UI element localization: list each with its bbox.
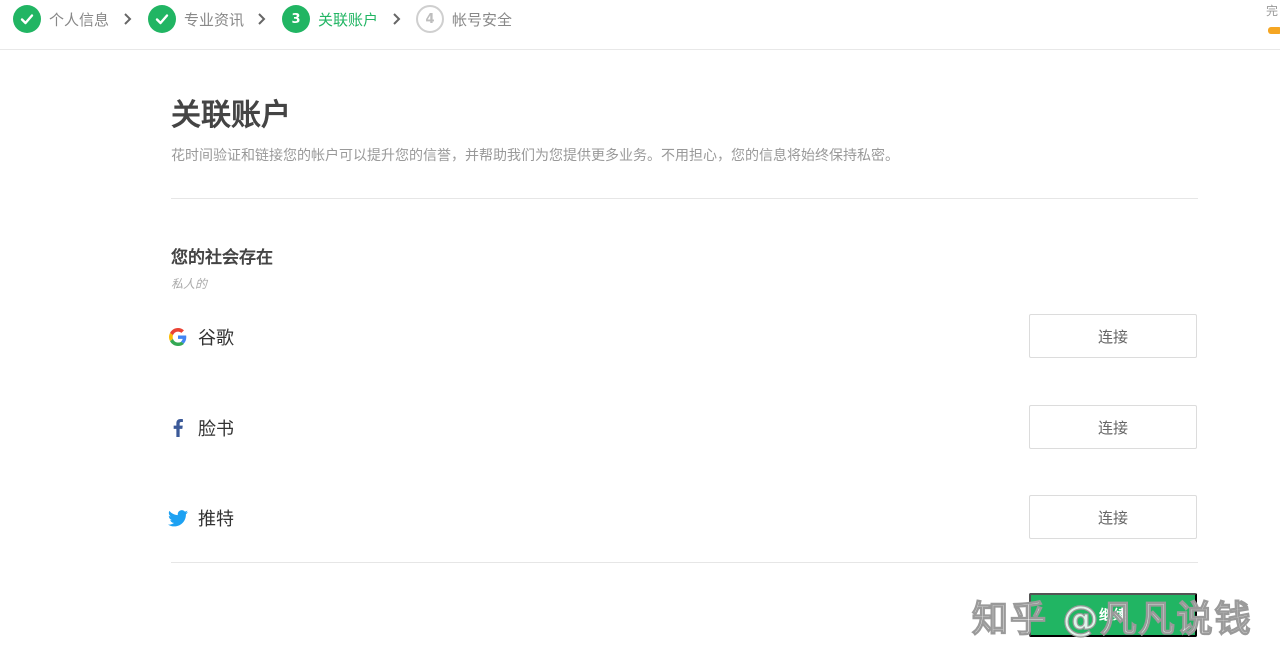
step-label: 帐号安全 xyxy=(452,10,513,29)
connect-facebook-button[interactable]: 连接 xyxy=(1029,405,1197,449)
page-description: 花时间验证和链接您的帐户可以提升您的信誉，并帮助我们为您提供更多业务。不用担心，… xyxy=(171,148,899,164)
step-professional-info[interactable]: 专业资讯 xyxy=(148,5,244,33)
chevron-right-icon xyxy=(124,13,132,25)
step-label: 关联账户 xyxy=(318,10,379,29)
google-icon xyxy=(168,327,188,347)
progress-bar xyxy=(1268,27,1280,34)
social-row-google: 谷歌 连接 xyxy=(168,314,1198,358)
step-label: 专业资讯 xyxy=(184,10,245,29)
page-title: 关联账户 xyxy=(171,98,291,133)
progress-label: 完 xyxy=(1266,4,1279,18)
connect-google-button[interactable]: 连接 xyxy=(1029,314,1197,358)
social-row-twitter: 推特 连接 xyxy=(168,495,1198,539)
step-number: 3 xyxy=(282,5,310,33)
watermark: 知乎 @凡凡说钱 xyxy=(971,598,1253,640)
section-title: 您的社会存在 xyxy=(171,248,273,268)
step-personal-info[interactable]: 个人信息 xyxy=(13,5,109,33)
divider xyxy=(171,198,1198,199)
check-icon xyxy=(148,5,176,33)
step-number: 4 xyxy=(416,5,444,33)
facebook-icon xyxy=(168,418,188,438)
check-icon xyxy=(13,5,41,33)
social-name: 推特 xyxy=(198,509,234,530)
onboarding-stepper: 个人信息 专业资讯 3 关联账户 4 帐号安全 完 xyxy=(0,0,1280,50)
step-linked-accounts[interactable]: 3 关联账户 xyxy=(282,5,378,33)
chevron-right-icon xyxy=(393,13,401,25)
step-account-security[interactable]: 4 帐号安全 xyxy=(416,5,512,33)
twitter-icon xyxy=(168,508,188,528)
social-name: 脸书 xyxy=(198,419,234,440)
chevron-right-icon xyxy=(258,13,266,25)
divider xyxy=(171,562,1198,563)
section-subtitle: 私人的 xyxy=(171,277,208,291)
social-row-facebook: 脸书 连接 xyxy=(168,405,1198,449)
step-label: 个人信息 xyxy=(49,10,110,29)
connect-twitter-button[interactable]: 连接 xyxy=(1029,495,1197,539)
social-name: 谷歌 xyxy=(198,328,234,349)
